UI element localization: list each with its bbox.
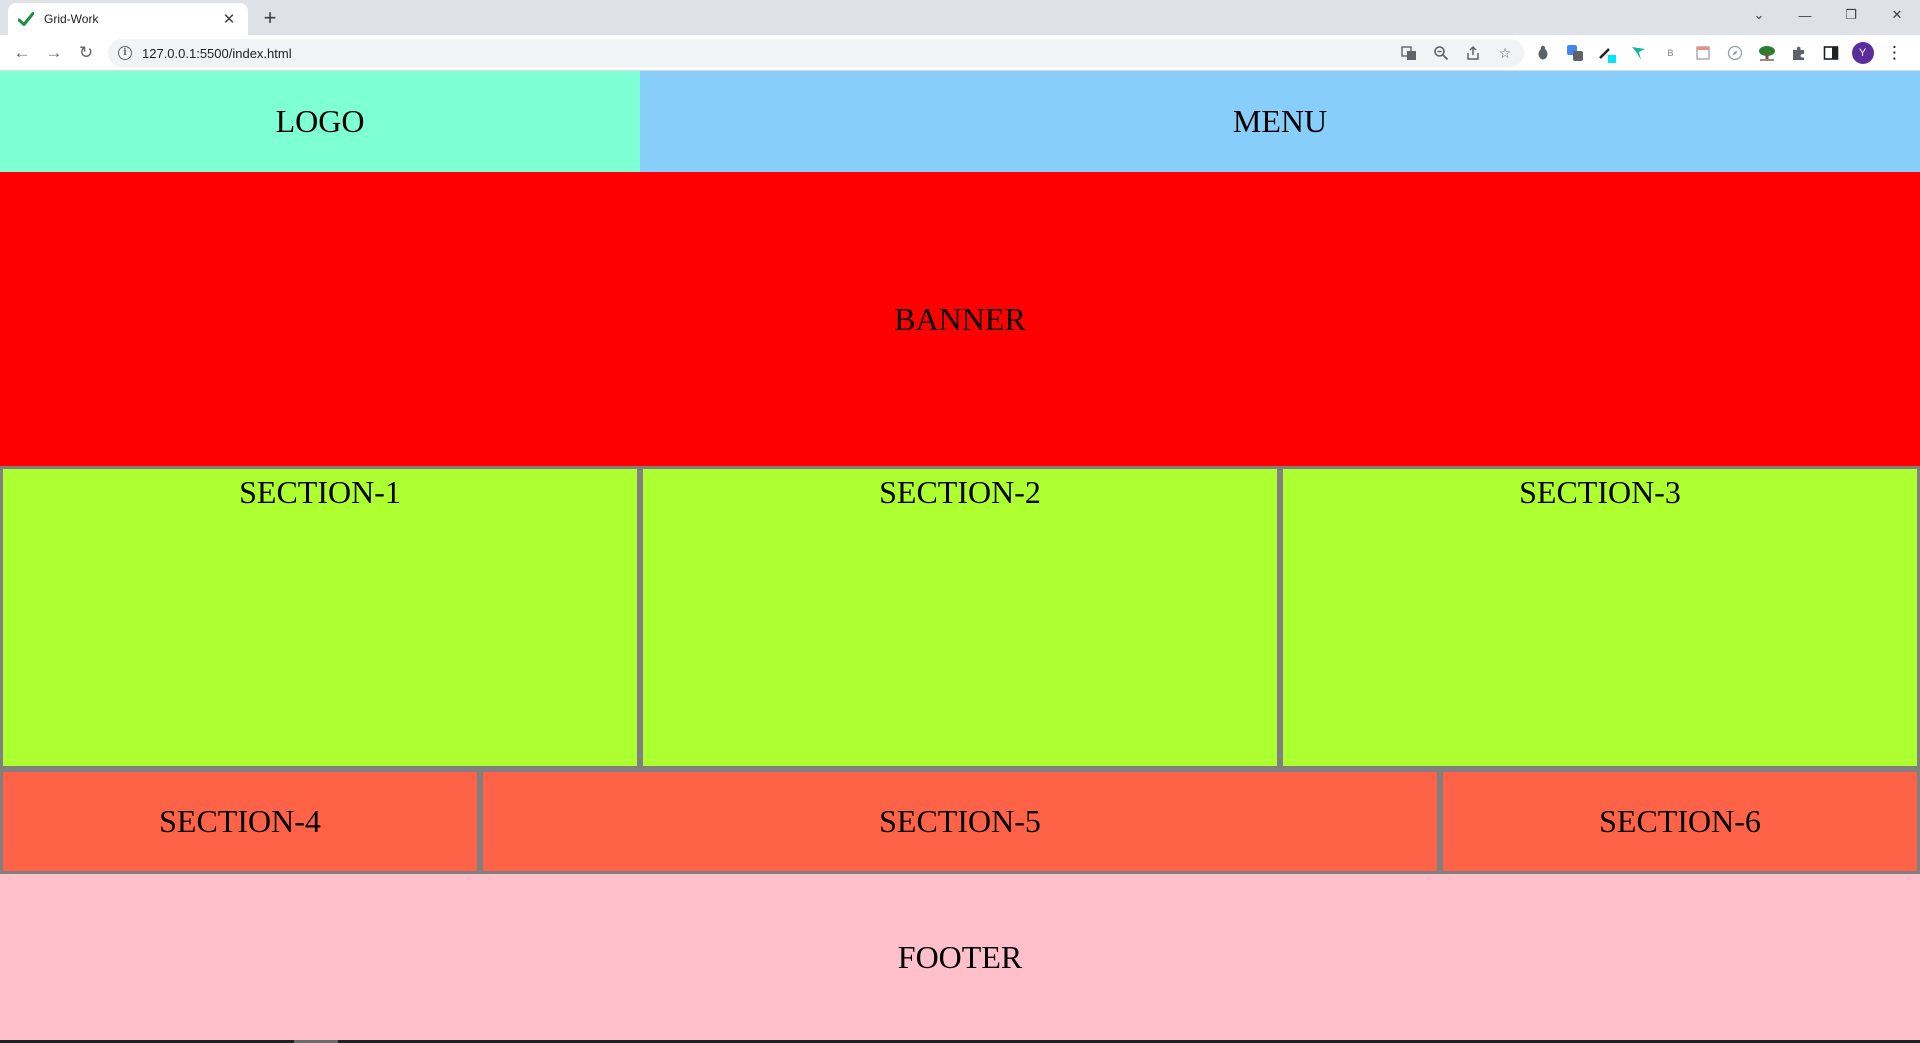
section-4: SECTION-4: [0, 769, 480, 874]
side-panel-icon[interactable]: [1818, 41, 1843, 66]
omnibox-actions: ☆: [1398, 39, 1516, 67]
extensions-puzzle-icon[interactable]: [1786, 41, 1811, 66]
section-4-text: SECTION-4: [159, 803, 321, 839]
extensions-area: B Y ⋮: [1530, 40, 1907, 66]
extension-tree-icon[interactable]: [1754, 41, 1779, 66]
banner-area: BANNER: [0, 172, 1920, 466]
share-icon[interactable]: [1462, 42, 1484, 64]
bookmark-star-icon[interactable]: ☆: [1494, 42, 1516, 64]
extension-eyedropper-icon[interactable]: [1594, 41, 1619, 66]
menu-area: MENU: [640, 71, 1920, 172]
section-6-text: SECTION-6: [1599, 803, 1761, 839]
browser-menu-icon[interactable]: ⋮: [1882, 41, 1907, 66]
tab-close-icon[interactable]: ✕: [220, 10, 238, 28]
section-5: SECTION-5: [480, 769, 1440, 874]
translate-icon[interactable]: [1398, 42, 1420, 64]
section-2: SECTION-2: [640, 466, 1280, 769]
site-info-icon[interactable]: i: [118, 46, 132, 60]
footer-area: FOOTER: [0, 874, 1920, 1040]
minimize-icon[interactable]: —: [1782, 0, 1828, 30]
address-bar[interactable]: i 127.0.0.1:5500/index.html ☆: [108, 39, 1524, 67]
browser-toolbar: ← → ↻ i 127.0.0.1:5500/index.html ☆ B Y …: [0, 35, 1920, 71]
banner-text: BANNER: [894, 300, 1026, 337]
footer-text: FOOTER: [897, 938, 1023, 975]
extension-bug-icon[interactable]: [1530, 41, 1555, 66]
back-arrow-icon[interactable]: ←: [10, 41, 34, 65]
browser-tab-bar: Grid-Work ✕ + ⌄ — ❐ ✕: [0, 0, 1920, 35]
tab-title: Grid-Work: [44, 12, 99, 26]
section-2-text: SECTION-2: [879, 474, 1041, 510]
extension-bird-icon[interactable]: [1626, 41, 1651, 66]
profile-avatar[interactable]: Y: [1850, 41, 1875, 66]
restore-icon[interactable]: ❐: [1828, 0, 1874, 30]
section-1-text: SECTION-1: [239, 474, 401, 510]
new-tab-button[interactable]: +: [258, 6, 282, 30]
logo-text: LOGO: [275, 103, 365, 139]
grid-page: LOGO MENU BANNER SECTION-1 SECTION-2 SEC…: [0, 71, 1920, 1040]
avatar: Y: [1851, 42, 1874, 64]
section-3: SECTION-3: [1280, 466, 1920, 769]
extension-calendar-icon[interactable]: [1690, 41, 1715, 66]
section-3-text: SECTION-3: [1519, 474, 1681, 510]
reload-icon[interactable]: ↻: [74, 41, 98, 65]
menu-text: MENU: [1232, 103, 1328, 139]
close-window-icon[interactable]: ✕: [1874, 0, 1920, 30]
tab-search-icon[interactable]: ⌄: [1736, 0, 1782, 30]
checkmark-favicon-icon: [18, 11, 34, 27]
logo-area: LOGO: [0, 71, 640, 172]
extension-compass-icon[interactable]: [1722, 41, 1747, 66]
forward-arrow-icon[interactable]: →: [42, 41, 66, 65]
zoom-icon[interactable]: [1430, 42, 1452, 64]
url-text[interactable]: 127.0.0.1:5500/index.html: [142, 46, 292, 61]
window-controls: ⌄ — ❐ ✕: [1736, 0, 1920, 30]
section-6: SECTION-6: [1440, 769, 1920, 874]
browser-tab-active[interactable]: Grid-Work ✕: [8, 3, 248, 35]
section-5-text: SECTION-5: [879, 803, 1041, 839]
extension-translate-icon[interactable]: [1562, 41, 1587, 66]
extension-b-icon[interactable]: B: [1658, 41, 1683, 66]
section-1: SECTION-1: [0, 466, 640, 769]
